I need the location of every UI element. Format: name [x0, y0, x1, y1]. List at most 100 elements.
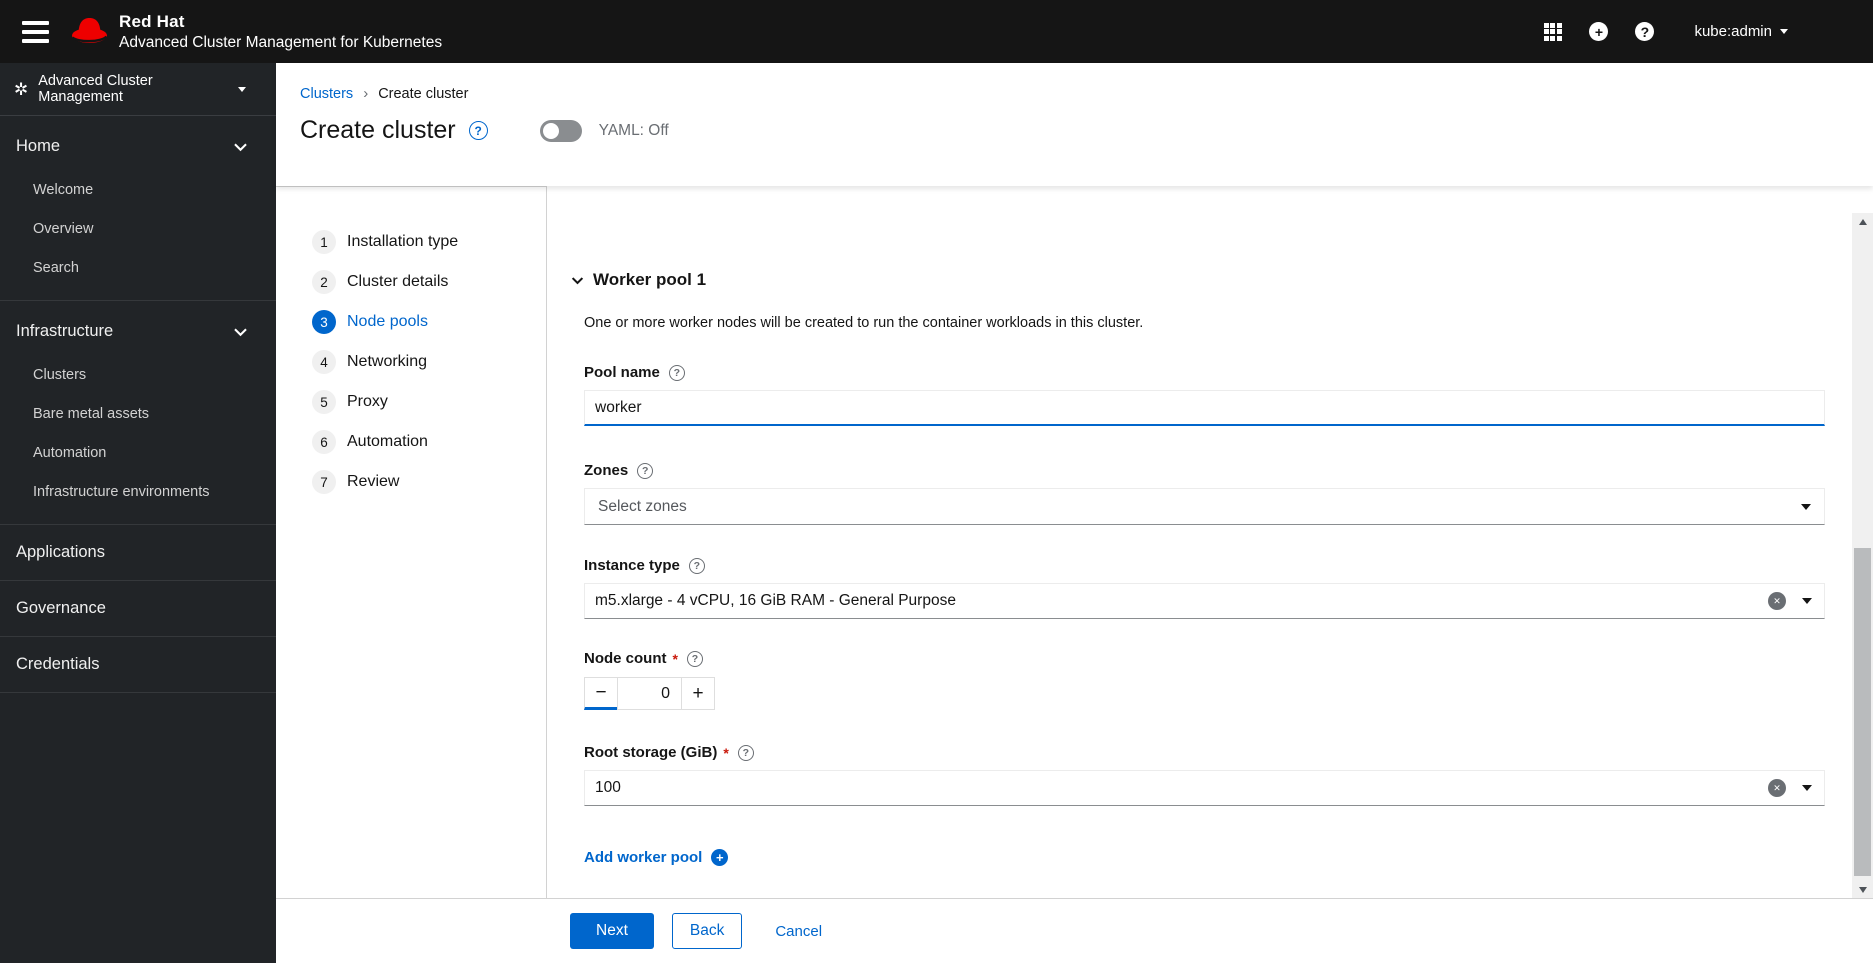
plus-circle-icon: + [711, 849, 729, 866]
select-caret-icon[interactable] [1802, 785, 1812, 791]
cancel-button[interactable]: Cancel [775, 923, 822, 940]
sidebar-item-label: Applications [16, 543, 105, 561]
sidebar-item-infrastructure-environments[interactable]: Infrastructure environments [0, 473, 276, 512]
instance-type-combobox: ✕ [584, 583, 1825, 619]
nav-toggle-hamburger-icon[interactable] [22, 20, 49, 43]
brand-title: Red Hat [119, 11, 185, 31]
sidebar-item-clusters[interactable]: Clusters [0, 356, 276, 395]
zones-help-icon[interactable]: ? [637, 462, 654, 479]
sidebar-item-search[interactable]: Search [0, 249, 276, 288]
required-marker: * [672, 650, 678, 667]
wizard-step-node-pools[interactable]: 3 Node pools [312, 302, 546, 342]
perspective-switcher[interactable]: ✲ Advanced Cluster Management [0, 63, 276, 116]
user-dropdown[interactable]: kube:admin [1694, 23, 1788, 40]
scrollbar-thumb[interactable] [1854, 548, 1871, 876]
root-storage-input[interactable] [584, 770, 1825, 806]
select-caret-icon[interactable] [1802, 598, 1812, 604]
yaml-toggle-label: YAML: Off [598, 121, 669, 139]
pool-name-label: Pool name [584, 364, 660, 381]
breadcrumb-clusters-link[interactable]: Clusters [300, 86, 353, 102]
scroll-up-icon[interactable] [1852, 213, 1873, 230]
sidebar-section-credentials: Credentials [0, 637, 276, 693]
step-label: Networking [347, 353, 428, 370]
masthead-toolbar: + ? kube:admin [1516, 22, 1788, 41]
sidebar-item-infrastructure[interactable]: Infrastructure [0, 301, 276, 356]
next-button[interactable]: Next [570, 913, 654, 949]
sidebar-item-bare-metal-assets[interactable]: Bare metal assets [0, 395, 276, 434]
required-marker: * [723, 744, 729, 761]
sidebar-section-applications: Applications [0, 525, 276, 581]
username: kube:admin [1694, 23, 1772, 40]
brand-subtitle: Advanced Cluster Management for Kubernet… [119, 33, 443, 51]
sidebar-item-welcome[interactable]: Welcome [0, 171, 276, 210]
increment-plus-icon[interactable]: + [681, 677, 715, 710]
node-count-stepper: − + [584, 677, 1825, 710]
sidebar-item-label: Credentials [16, 655, 100, 673]
step-label: Cluster details [347, 273, 449, 290]
plus-circle-icon: + [1589, 22, 1609, 41]
add-worker-pool-label: Add worker pool [584, 849, 703, 866]
node-count-label-row: Node count * ? [584, 650, 1825, 667]
zones-field: Zones ? Select zones [584, 462, 1825, 525]
help-menu-icon[interactable]: ? [1635, 22, 1655, 41]
sidebar-item-applications[interactable]: Applications [0, 525, 276, 580]
step-label: Review [347, 473, 400, 490]
yaml-toggle[interactable] [539, 119, 582, 142]
wizard-step-review[interactable]: 7 Review [312, 462, 546, 502]
wizard-step-networking[interactable]: 4 Networking [312, 342, 546, 382]
node-count-label: Node count [584, 650, 667, 667]
wizard-nav: 1 Installation type 2 Cluster details 3 … [276, 186, 546, 898]
caret-down-icon [1780, 29, 1788, 34]
clear-selection-icon[interactable]: ✕ [1768, 592, 1786, 610]
sidebar-item-automation[interactable]: Automation [0, 434, 276, 473]
content-scrollbar[interactable] [1852, 213, 1873, 898]
chevron-down-icon [233, 326, 248, 338]
instance-type-help-icon[interactable]: ? [688, 557, 705, 574]
instance-type-label: Instance type [584, 557, 680, 574]
node-count-input[interactable] [617, 677, 682, 710]
step-number: 2 [312, 270, 336, 294]
pool-name-help-icon[interactable]: ? [668, 364, 685, 381]
app-launcher-icon[interactable] [1543, 22, 1562, 41]
root-storage-combobox: ✕ [584, 770, 1825, 806]
step-number: 4 [312, 350, 336, 374]
page-help-icon[interactable]: ? [468, 121, 488, 140]
zones-select[interactable]: Select zones [584, 488, 1825, 525]
page-header: Clusters › Create cluster Create cluster… [276, 63, 1873, 186]
breadcrumb-current: Create cluster [378, 85, 469, 102]
sidebar-item-home[interactable]: Home [0, 116, 276, 171]
sidebar-item-credentials[interactable]: Credentials [0, 637, 276, 692]
sidebar-section-governance: Governance [0, 581, 276, 637]
step-label: Proxy [347, 393, 388, 410]
toggle-knob [542, 122, 559, 139]
section-title-text: Worker pool 1 [593, 270, 707, 289]
question-circle-icon: ? [1635, 22, 1655, 41]
sidebar-item-overview[interactable]: Overview [0, 210, 276, 249]
back-button[interactable]: Back [671, 913, 743, 949]
worker-pool-section-header[interactable]: Worker pool 1 [571, 270, 1825, 290]
chevron-down-icon [233, 141, 248, 153]
step-label: Automation [347, 433, 428, 450]
step-label: Node pools [347, 313, 428, 330]
sidebar-item-governance[interactable]: Governance [0, 581, 276, 636]
create-plus-icon[interactable]: + [1589, 22, 1609, 41]
clear-selection-icon[interactable]: ✕ [1768, 779, 1786, 797]
wizard-content: Worker pool 1 One or more worker nodes w… [546, 186, 1873, 898]
pool-name-input[interactable] [584, 390, 1825, 426]
caret-down-icon [238, 86, 246, 92]
wizard-step-installation-type[interactable]: 1 Installation type [312, 222, 546, 262]
root-storage-help-icon[interactable]: ? [737, 744, 754, 761]
breadcrumb-separator-icon: › [363, 85, 369, 102]
scroll-down-icon[interactable] [1852, 881, 1873, 898]
sidebar-item-label: Home [16, 137, 61, 155]
decrement-minus-icon[interactable]: − [584, 677, 618, 710]
wizard-step-cluster-details[interactable]: 2 Cluster details [312, 262, 546, 302]
wizard-step-automation[interactable]: 6 Automation [312, 422, 546, 462]
wizard-step-proxy[interactable]: 5 Proxy [312, 382, 546, 422]
instance-type-field: Instance type ? ✕ [584, 557, 1825, 619]
node-count-help-icon[interactable]: ? [686, 650, 703, 667]
breadcrumb: Clusters › Create cluster [300, 85, 1873, 102]
sidebar-section-infrastructure: Infrastructure Clusters Bare metal asset… [0, 301, 276, 525]
add-worker-pool-link[interactable]: Add worker pool + [584, 849, 729, 866]
instance-type-input[interactable] [584, 583, 1825, 619]
